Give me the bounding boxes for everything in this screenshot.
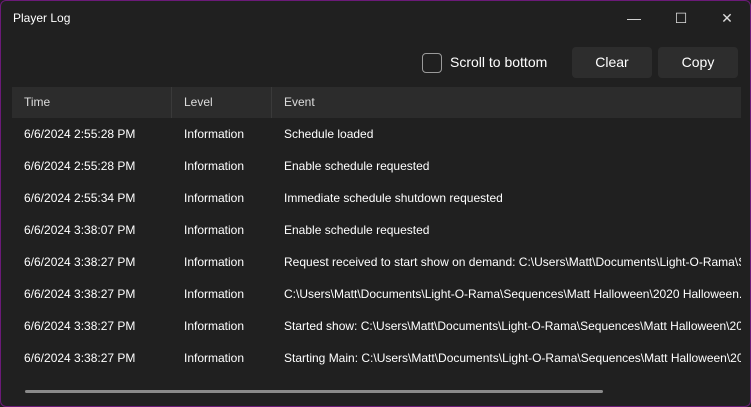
maximize-icon[interactable]: ☐ — [666, 5, 696, 31]
level-cell: Information — [184, 191, 245, 205]
level-cell: Information — [184, 287, 245, 301]
level-cell: Information — [184, 127, 245, 141]
clear-button[interactable]: Clear — [572, 47, 652, 78]
event-cell: C:\Users\Matt\Documents\Light-O-Rama\Seq… — [284, 287, 741, 301]
event-cell: Schedule loaded — [284, 127, 374, 141]
table-row[interactable]: 6/6/2024 3:38:27 PM Information Request re… — [12, 246, 741, 278]
event-cell: Started show: C:\Users\Matt\Documents\Li… — [284, 319, 741, 333]
close-icon[interactable]: ✕ — [712, 5, 742, 31]
table-row[interactable]: 6/6/2024 3:38:27 PM Information C:\Users\M… — [12, 278, 741, 310]
time-cell: 6/6/2024 3:38:27 PM — [24, 351, 136, 365]
time-cell: 6/6/2024 2:55:28 PM — [24, 159, 136, 173]
table-row[interactable]: 6/6/2024 3:38:27 PM Information Started sh… — [12, 310, 741, 342]
horizontal-scrollbar[interactable] — [25, 390, 603, 393]
copy-button[interactable]: Copy — [658, 47, 738, 78]
level-cell: Information — [184, 351, 245, 365]
event-cell: Request received to start show on demand… — [284, 255, 741, 269]
scroll-to-bottom-checkbox[interactable] — [422, 53, 442, 73]
event-cell: Enable schedule requested — [284, 223, 430, 237]
column-header-event[interactable]: Event — [272, 87, 741, 118]
level-cell: Information — [184, 319, 245, 333]
scroll-to-bottom-label[interactable]: Scroll to bottom — [450, 54, 547, 70]
level-cell: Information — [184, 255, 245, 269]
player-log-window: Player Log — ☐ ✕ Scroll to bottom Clear … — [0, 0, 751, 407]
log-grid: Time Level Event 6/6/2024 2:55:28 PM Info… — [12, 87, 741, 387]
table-row[interactable]: 6/6/2024 2:55:28 PM Information Enable sch… — [12, 150, 741, 182]
time-cell: 6/6/2024 2:55:34 PM — [24, 191, 136, 205]
column-header-level[interactable]: Level — [172, 87, 272, 118]
table-row[interactable]: 6/6/2024 3:38:27 PM Information Starting M… — [12, 342, 741, 374]
table-row[interactable]: 6/6/2024 2:55:28 PM Information Schedule l… — [12, 118, 741, 150]
time-cell: 6/6/2024 3:38:27 PM — [24, 319, 136, 333]
level-cell: Information — [184, 159, 245, 173]
time-cell: 6/6/2024 3:38:07 PM — [24, 223, 136, 237]
level-cell: Information — [184, 223, 245, 237]
table-row[interactable]: 6/6/2024 3:38:07 PM Information Enable sch… — [12, 214, 741, 246]
window-title: Player Log — [13, 11, 71, 25]
event-cell: Starting Main: C:\Users\Matt\Documents\L… — [284, 351, 741, 365]
table-row[interactable]: 6/6/2024 2:55:34 PM Information Immediate … — [12, 182, 741, 214]
minimize-icon[interactable]: — — [619, 5, 649, 31]
grid-header: Time Level Event — [12, 87, 741, 118]
event-cell: Enable schedule requested — [284, 159, 430, 173]
event-cell: Immediate schedule shutdown requested — [284, 191, 503, 205]
time-cell: 6/6/2024 3:38:27 PM — [24, 287, 136, 301]
column-header-time[interactable]: Time — [12, 87, 172, 118]
time-cell: 6/6/2024 3:38:27 PM — [24, 255, 136, 269]
time-cell: 6/6/2024 2:55:28 PM — [24, 127, 136, 141]
